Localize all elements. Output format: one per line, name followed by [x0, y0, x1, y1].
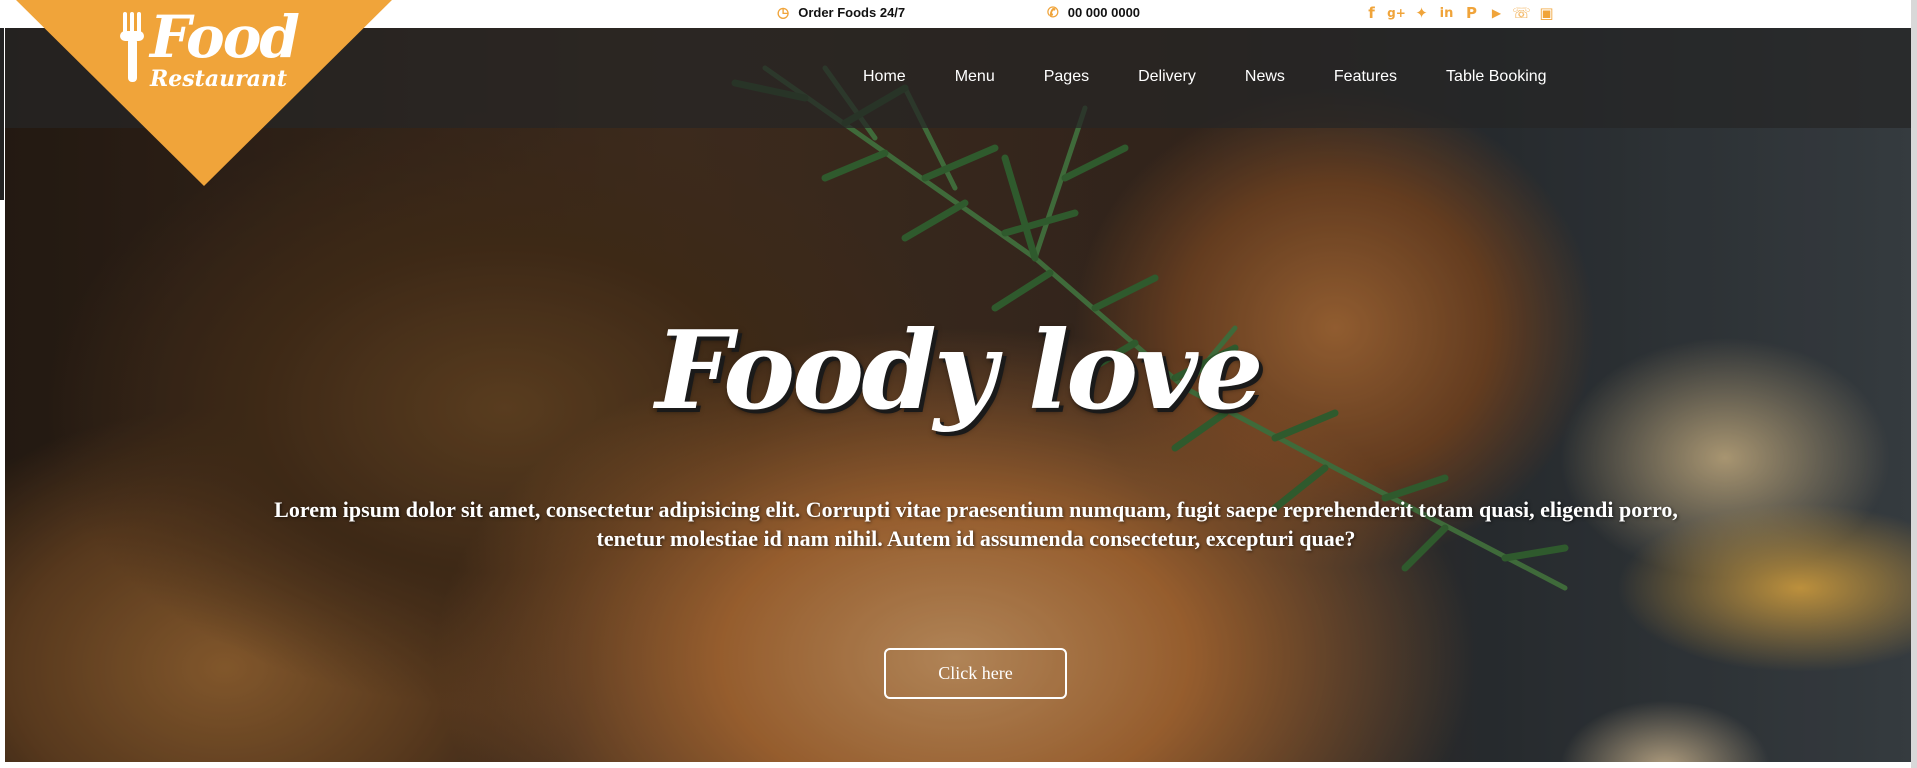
- whatsapp-icon[interactable]: ☏: [1512, 3, 1531, 23]
- youtube-icon[interactable]: ▶: [1488, 3, 1505, 23]
- phone-icon: ✆: [1047, 4, 1059, 20]
- nav-item-pages[interactable]: Pages: [1044, 68, 1089, 86]
- phone-info[interactable]: ✆ 00 000 0000: [1047, 2, 1140, 22]
- logo[interactable]: Food Restaurant: [14, 0, 394, 188]
- nav-item-features[interactable]: Features: [1334, 68, 1397, 86]
- hero-description: Lorem ipsum dolor sit amet, consectetur …: [274, 497, 1678, 551]
- twitter-icon[interactable]: ✦: [1413, 3, 1430, 23]
- left-edge: [0, 28, 4, 200]
- main-nav: Home Menu Pages Delivery News Features T…: [863, 68, 1596, 86]
- scrollbar[interactable]: [1911, 0, 1917, 768]
- logo-text-restaurant: Restaurant: [150, 66, 288, 92]
- social-links: f g+ ✦ in P ▶ ☏ ▣: [1363, 3, 1555, 23]
- clock-icon: ◷: [777, 4, 790, 20]
- logo-text-food: Food: [150, 3, 300, 71]
- instagram-icon[interactable]: ▣: [1538, 3, 1555, 23]
- order-info-label: Order Foods 24/7: [798, 4, 906, 20]
- pinterest-icon[interactable]: P: [1463, 3, 1480, 23]
- order-info: ◷ Order Foods 24/7: [777, 2, 905, 22]
- google-plus-icon[interactable]: g+: [1387, 3, 1406, 23]
- nav-item-delivery[interactable]: Delivery: [1138, 68, 1196, 86]
- phone-number[interactable]: 00 000 0000: [1068, 5, 1140, 20]
- click-here-button[interactable]: Click here: [884, 648, 1067, 699]
- nav-item-home[interactable]: Home: [863, 68, 906, 86]
- hero-headline: Foody love: [655, 308, 1263, 434]
- facebook-icon[interactable]: f: [1363, 3, 1380, 23]
- nav-item-table-booking[interactable]: Table Booking: [1446, 68, 1547, 86]
- nav-item-menu[interactable]: Menu: [955, 68, 995, 86]
- linkedin-icon[interactable]: in: [1438, 3, 1455, 23]
- nav-item-news[interactable]: News: [1245, 68, 1285, 86]
